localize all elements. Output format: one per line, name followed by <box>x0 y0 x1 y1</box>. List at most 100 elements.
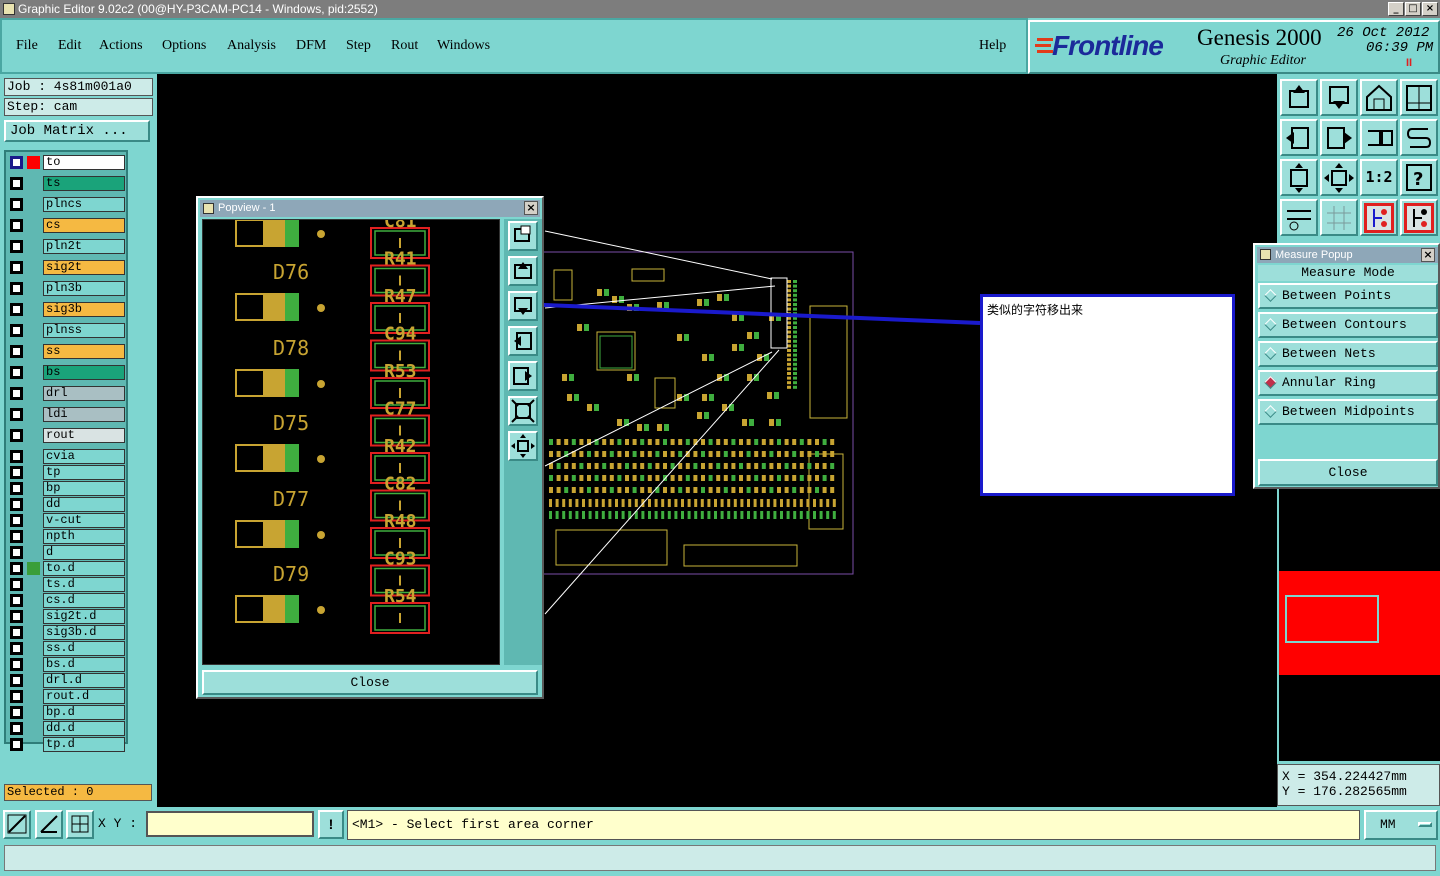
layer-checkbox[interactable] <box>10 594 23 607</box>
layer-name[interactable]: ss.d <box>43 641 125 656</box>
layer-row-sig2t.d[interactable]: sig2t.d <box>8 609 125 624</box>
popview-zoom-icon[interactable] <box>508 221 538 251</box>
layer-name[interactable]: rout.d <box>43 689 125 704</box>
layer-name[interactable]: pln3b <box>43 281 125 296</box>
layer-checkbox[interactable] <box>10 303 23 316</box>
layer-row-ldi[interactable]: ldi <box>8 407 125 422</box>
popview-right-icon[interactable] <box>508 361 538 391</box>
layer-checkbox[interactable] <box>10 198 23 211</box>
layer-row-dd[interactable]: dd <box>8 497 125 512</box>
popview-left-icon[interactable] <box>508 326 538 356</box>
layer-checkbox[interactable] <box>10 345 23 358</box>
layer-name[interactable]: ldi <box>43 407 125 422</box>
menu-analysis[interactable]: Analysis <box>227 38 276 54</box>
units-select[interactable]: MM <box>1364 810 1438 840</box>
net-red-alt-icon[interactable] <box>1400 199 1438 236</box>
grid-snap-icon[interactable] <box>66 810 94 839</box>
layer-checkbox[interactable] <box>10 240 23 253</box>
layer-row-sig3b[interactable]: sig3b <box>8 302 125 317</box>
layer-checkbox[interactable] <box>10 387 23 400</box>
help-icon[interactable]: ? <box>1400 159 1438 196</box>
layer-row-ss.d[interactable]: ss.d <box>8 641 125 656</box>
popview-down-icon[interactable] <box>508 291 538 321</box>
overview-minimap[interactable] <box>1279 489 1440 761</box>
popview-close-button[interactable]: Close <box>202 670 538 695</box>
info-icon[interactable]: ! <box>318 810 344 839</box>
layer-row-ss[interactable]: ss <box>8 344 125 359</box>
layer-row-npth[interactable]: npth <box>8 529 125 544</box>
layer-checkbox[interactable] <box>10 738 23 751</box>
layer-checkbox[interactable] <box>10 514 23 527</box>
measure-option-annular-ring[interactable]: Annular Ring <box>1258 370 1438 396</box>
fit-all-icon[interactable] <box>1320 159 1358 196</box>
layer-checkbox[interactable] <box>10 610 23 623</box>
layer-checkbox[interactable] <box>10 722 23 735</box>
layer-name[interactable]: bs <box>43 365 125 380</box>
layer-row-sig2t[interactable]: sig2t <box>8 260 125 275</box>
layer-checkbox[interactable] <box>10 706 23 719</box>
layer-name[interactable]: ts <box>43 176 125 191</box>
measure-option-between-midpoints[interactable]: Between Midpoints <box>1258 399 1438 425</box>
layer-name[interactable]: tp <box>43 465 125 480</box>
zoom-up-icon[interactable] <box>1280 79 1318 116</box>
menu-windows[interactable]: Windows <box>437 38 490 54</box>
layer-name[interactable]: sig2t.d <box>43 609 125 624</box>
layer-row-tp[interactable]: tp <box>8 465 125 480</box>
job-matrix-button[interactable]: Job Matrix ... <box>4 120 150 142</box>
layer-row-cs.d[interactable]: cs.d <box>8 593 125 608</box>
menu-edit[interactable]: Edit <box>58 38 81 54</box>
layer-name[interactable]: to.d <box>43 561 125 576</box>
layer-name[interactable]: bp <box>43 481 125 496</box>
layer-checkbox[interactable] <box>10 674 23 687</box>
layer-checkbox[interactable] <box>10 282 23 295</box>
layer-checkbox[interactable] <box>10 324 23 337</box>
grid-icon[interactable] <box>1320 199 1358 236</box>
layer-checkbox[interactable] <box>10 177 23 190</box>
layer-name[interactable]: cvia <box>43 449 125 464</box>
layer-row-plncs[interactable]: plncs <box>8 197 125 212</box>
layer-name[interactable]: rout <box>43 428 125 443</box>
layer-name[interactable]: cs <box>43 218 125 233</box>
pan-left-icon[interactable] <box>1280 119 1318 156</box>
menu-help[interactable]: Help <box>979 38 1006 54</box>
layer-checkbox[interactable] <box>10 690 23 703</box>
layer-row-d[interactable]: d <box>8 545 125 560</box>
menu-file[interactable]: File <box>16 38 38 54</box>
layer-name[interactable]: to <box>43 155 125 170</box>
layer-checkbox[interactable] <box>10 530 23 543</box>
layer-name[interactable]: sig3b <box>43 302 125 317</box>
angle-snap-icon[interactable] <box>35 810 63 839</box>
layer-name[interactable]: v-cut <box>43 513 125 528</box>
minimap-viewport[interactable] <box>1285 595 1379 643</box>
home-icon[interactable] <box>1360 79 1398 116</box>
popview-canvas[interactable]: D76 D78 D75 D77 D79 C81 R41 R47 C94 R53 C77 R42 C82 R… <box>202 219 500 665</box>
layer-row-sig3b.d[interactable]: sig3b.d <box>8 625 125 640</box>
measure-option-between-points[interactable]: Between Points <box>1258 283 1438 309</box>
layer-name[interactable]: bp.d <box>43 705 125 720</box>
popview-up-icon[interactable] <box>508 256 538 286</box>
layer-row-cvia[interactable]: cvia <box>8 449 125 464</box>
menu-dfm[interactable]: DFM <box>296 38 326 54</box>
layer-checkbox[interactable] <box>10 450 23 463</box>
layer-checkbox[interactable] <box>10 366 23 379</box>
layer-row-bp[interactable]: bp <box>8 481 125 496</box>
layer-checkbox[interactable] <box>10 219 23 232</box>
menu-options[interactable]: Options <box>162 38 206 54</box>
pan-right-icon[interactable] <box>1320 119 1358 156</box>
split-view-icon[interactable] <box>1400 79 1438 116</box>
layer-name[interactable]: cs.d <box>43 593 125 608</box>
close-window-button[interactable]: × <box>1422 2 1438 16</box>
layer-name[interactable]: npth <box>43 529 125 544</box>
layer-checkbox[interactable] <box>10 261 23 274</box>
maximize-button[interactable]: □ <box>1405 2 1421 16</box>
layer-row-bs[interactable]: bs <box>8 365 125 380</box>
layer-row-tp.d[interactable]: tp.d <box>8 737 125 752</box>
layer-name[interactable]: d <box>43 545 125 560</box>
layer-name[interactable]: tp.d <box>43 737 125 752</box>
popview-fit-icon[interactable] <box>508 396 538 426</box>
layer-row-ts.d[interactable]: ts.d <box>8 577 125 592</box>
layer-checkbox[interactable] <box>10 466 23 479</box>
layer-checkbox[interactable] <box>10 626 23 639</box>
layer-name[interactable]: pln2t <box>43 239 125 254</box>
measure-option-between-nets[interactable]: Between Nets <box>1258 341 1438 367</box>
